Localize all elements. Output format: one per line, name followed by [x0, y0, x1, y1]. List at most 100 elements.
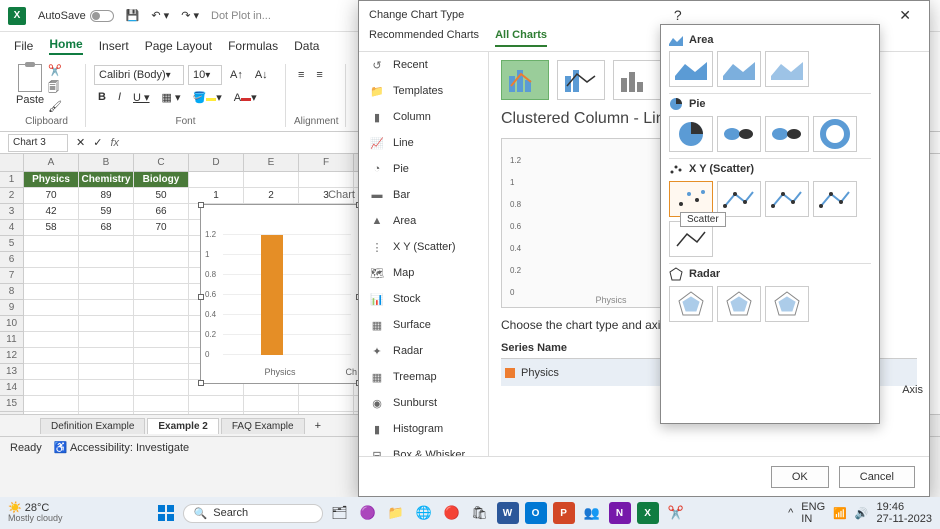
cell[interactable]: Chemistry	[79, 172, 134, 188]
cell[interactable]	[134, 300, 189, 316]
cell[interactable]	[134, 364, 189, 380]
cell[interactable]	[134, 348, 189, 364]
cell[interactable]: 50	[134, 188, 189, 204]
cell[interactable]	[79, 396, 134, 412]
snip-icon[interactable]: ✂️	[665, 502, 687, 524]
row-header[interactable]: 8	[0, 284, 24, 300]
task-app-icon[interactable]: 🗂	[329, 502, 351, 524]
row-header[interactable]: 9	[0, 300, 24, 316]
col-header[interactable]: E	[244, 154, 299, 172]
flyout-thumb-pie-1[interactable]	[717, 116, 761, 152]
chrome-icon[interactable]: 🔴	[441, 502, 463, 524]
powerpoint-icon[interactable]: P	[553, 502, 575, 524]
copilot-icon[interactable]: 🟣	[357, 502, 379, 524]
teams-icon[interactable]: 👥	[581, 502, 603, 524]
chart-category-templates[interactable]: 📁Templates	[359, 78, 488, 104]
cell[interactable]	[24, 252, 79, 268]
row-header[interactable]: 11	[0, 332, 24, 348]
row-header[interactable]: 3	[0, 204, 24, 220]
edge-icon[interactable]: 🌐	[413, 502, 435, 524]
chart-category-area[interactable]: ▲Area	[359, 208, 488, 234]
cell[interactable]	[79, 412, 134, 414]
cell[interactable]	[24, 380, 79, 396]
chart-category-treemap[interactable]: ▦Treemap	[359, 364, 488, 390]
cell[interactable]	[134, 268, 189, 284]
fill-color-button[interactable]: 🪣▾	[189, 89, 226, 106]
tab-file[interactable]: File	[14, 39, 33, 53]
cell[interactable]: 58	[24, 220, 79, 236]
flyout-thumb-pie-0[interactable]	[669, 116, 713, 152]
cell[interactable]	[299, 396, 354, 412]
cell[interactable]	[299, 172, 354, 188]
font-color-button[interactable]: A▾	[230, 89, 261, 106]
chart-category-x-y-scatter-[interactable]: ⋮X Y (Scatter)	[359, 234, 488, 260]
grow-font-icon[interactable]: A↑	[226, 67, 247, 83]
store-icon[interactable]: 🛍	[469, 502, 491, 524]
cell[interactable]	[24, 268, 79, 284]
cell[interactable]	[79, 252, 134, 268]
flyout-thumb-radar-2[interactable]	[765, 286, 809, 322]
autosave-toggle[interactable]: AutoSave	[38, 10, 114, 22]
row-header[interactable]: 7	[0, 268, 24, 284]
cell[interactable]	[24, 348, 79, 364]
row-header[interactable]: 6	[0, 252, 24, 268]
cell[interactable]	[134, 412, 189, 414]
cut-icon[interactable]: ✂️	[48, 64, 62, 77]
chart-category-recent[interactable]: ↺Recent	[359, 52, 488, 78]
chart-category-pie[interactable]: ◔Pie	[359, 156, 488, 182]
flyout-thumb-area-1[interactable]	[717, 51, 761, 87]
cell[interactable]	[189, 396, 244, 412]
cell[interactable]	[24, 332, 79, 348]
tray-clock[interactable]: 19:4627-11-2023	[877, 501, 932, 525]
cell[interactable]: Biology	[134, 172, 189, 188]
outlook-icon[interactable]: O	[525, 502, 547, 524]
cell[interactable]	[79, 236, 134, 252]
row-header[interactable]: 14	[0, 380, 24, 396]
col-header[interactable]: B	[79, 154, 134, 172]
redo-icon[interactable]: ↷ ▾	[181, 9, 199, 22]
cell[interactable]	[79, 300, 134, 316]
cell[interactable]	[79, 268, 134, 284]
tray-volume-icon[interactable]: 🔊	[855, 507, 869, 520]
cell[interactable]: 59	[79, 204, 134, 220]
chart-category-stock[interactable]: 📊Stock	[359, 286, 488, 312]
cell[interactable]	[134, 332, 189, 348]
flyout-thumb-pie-2[interactable]	[765, 116, 809, 152]
cell[interactable]	[134, 316, 189, 332]
chart-category-radar[interactable]: ✦Radar	[359, 338, 488, 364]
flyout-thumb-area-2[interactable]	[765, 51, 809, 87]
toggle-off-icon[interactable]	[90, 10, 114, 22]
format-painter-icon[interactable]: 🖌	[48, 100, 62, 113]
chart-category-surface[interactable]: ▦Surface	[359, 312, 488, 338]
tab-all-charts[interactable]: All Charts	[495, 29, 547, 47]
add-sheet-button[interactable]: +	[307, 420, 329, 432]
row-header[interactable]: 12	[0, 348, 24, 364]
sheet-tab[interactable]: Definition Example	[40, 418, 145, 434]
cell[interactable]: 66	[134, 204, 189, 220]
chart-category-map[interactable]: 🗺Map	[359, 260, 488, 286]
cell[interactable]	[134, 252, 189, 268]
subtype-thumb[interactable]	[501, 60, 549, 100]
cell[interactable]	[24, 316, 79, 332]
underline-button[interactable]: U ▾	[129, 89, 154, 106]
resize-handle[interactable]	[198, 294, 204, 300]
fx-icon[interactable]: fx	[110, 137, 119, 149]
row-header[interactable]: 1	[0, 172, 24, 188]
tab-insert[interactable]: Insert	[99, 39, 129, 53]
flyout-thumb-x-y-scatter--0[interactable]: Scatter	[669, 181, 713, 217]
cell[interactable]	[79, 380, 134, 396]
cell[interactable]	[79, 284, 134, 300]
cancel-button[interactable]: Cancel	[839, 466, 915, 488]
cancel-icon[interactable]: ✕	[76, 136, 85, 149]
chart-category-bar[interactable]: ▬Bar	[359, 182, 488, 208]
taskbar-search[interactable]: 🔍 Search	[183, 504, 323, 523]
bold-button[interactable]: B	[94, 89, 110, 105]
chart-category-column[interactable]: ▮Column	[359, 104, 488, 130]
cell[interactable]: 70	[134, 220, 189, 236]
chart-category-histogram[interactable]: ▮Histogram	[359, 416, 488, 442]
flyout-thumb-area-0[interactable]	[669, 51, 713, 87]
flyout-thumb-pie-3[interactable]	[813, 116, 857, 152]
chart-category-box-whisker[interactable]: ⊟Box & Whisker	[359, 442, 488, 456]
cell[interactable]	[79, 332, 134, 348]
accessibility-status[interactable]: ♿ Accessibility: Investigate	[54, 441, 189, 454]
